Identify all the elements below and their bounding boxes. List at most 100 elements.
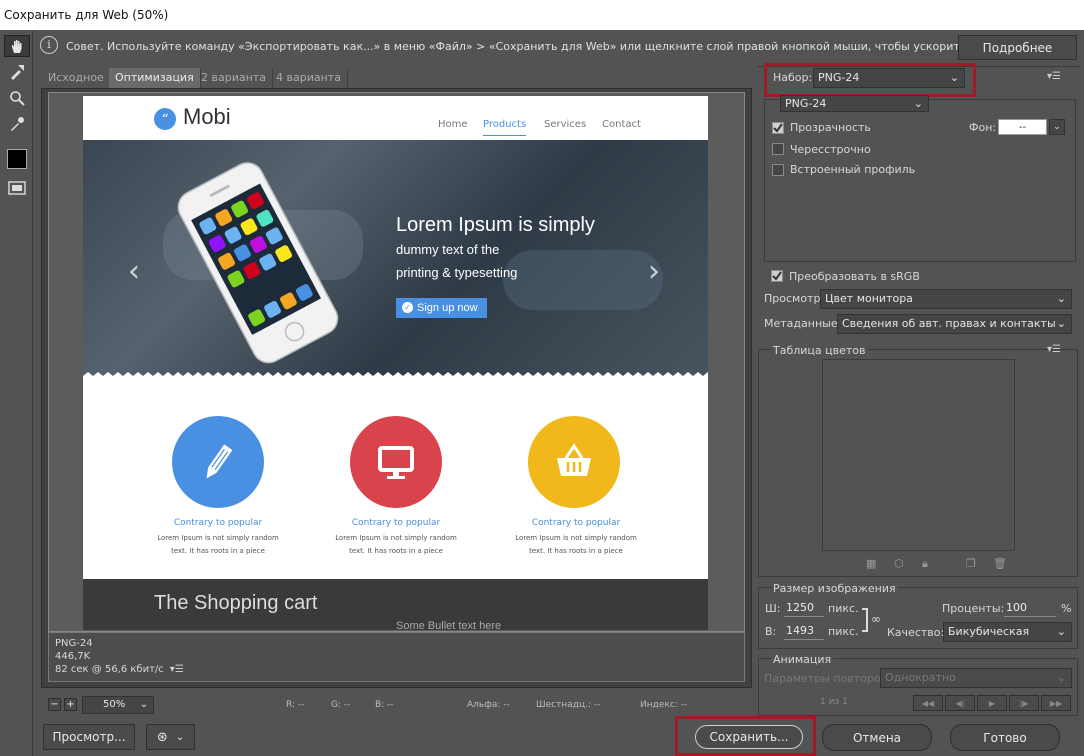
trash-icon[interactable]: 🗑︎ <box>993 557 1007 570</box>
monitor-icon <box>378 446 414 479</box>
status-red: R: -- <box>286 700 305 710</box>
status-green: G: -- <box>331 700 351 710</box>
done-button[interactable]: Готово <box>950 724 1060 751</box>
info-format: PNG-24 <box>55 638 93 649</box>
lock-color-icon[interactable]: 🔒︎ <box>922 557 928 571</box>
height-label: В: <box>765 625 777 638</box>
quality-select[interactable]: Бикубическая ⌄ <box>943 622 1072 642</box>
tab-2-up[interactable]: 2 варианта <box>195 68 273 88</box>
web-page-preview: “ Mobi Home Products Services Contact Lo… <box>83 96 708 630</box>
percent-label: Проценты: <box>942 602 1005 615</box>
zoom-in-button[interactable]: + <box>64 698 77 711</box>
panel-menu-icon[interactable]: ▾☰ <box>1047 71 1061 82</box>
chevron-down-icon: ⌄ <box>949 71 959 84</box>
basket-icon <box>557 443 591 476</box>
format-select[interactable]: PNG-24 ⌄ <box>780 95 929 112</box>
optimization-info: PNG-24 446,7K 82 сек @ 56,6 кбит/с ▾☰ <box>48 632 745 682</box>
status-blue: B: -- <box>375 700 394 710</box>
hero-zigzag-edge <box>83 372 708 382</box>
width-input[interactable]: 1250 <box>784 599 824 617</box>
tip-text: Совет. Используйте команду «Экспортирова… <box>66 40 1072 53</box>
transparency-checkbox[interactable] <box>772 122 784 134</box>
nav-home: Home <box>438 119 468 130</box>
interlaced-checkbox[interactable] <box>772 143 784 155</box>
color-table-label: Таблица цветов <box>771 344 868 357</box>
feature-2-caption: Contrary to popular <box>351 518 441 528</box>
eyedropper-color-swatch[interactable] <box>4 148 30 170</box>
save-button[interactable]: Сохранить... <box>695 725 803 749</box>
pencil-icon <box>206 444 233 479</box>
feature-pencil-circle <box>172 416 264 508</box>
loop-options-label: Параметры повторов: <box>764 672 891 685</box>
slider-prev-icon: ‹ <box>128 254 140 289</box>
tool-bar <box>0 31 33 756</box>
status-hex: Шестнадц.: -- <box>536 700 601 710</box>
feature-2-desc-2: text. It has roots in a piece <box>349 547 443 555</box>
interlaced-label: Чересстрочно <box>790 143 871 156</box>
feature-basket-circle <box>528 416 620 508</box>
feature-3-desc-1: Lorem Ipsum is not simply random <box>515 534 637 542</box>
convert-srgb-checkbox[interactable] <box>771 270 783 282</box>
mobi-logo-icon: “ <box>154 108 176 130</box>
percent-sign: % <box>1061 602 1072 615</box>
hero-line-1: dummy text of the <box>396 242 500 257</box>
tab-4-up[interactable]: 4 варианта <box>270 68 348 88</box>
width-label: Ш: <box>765 602 781 615</box>
previous-frame-button[interactable]: ◀| <box>945 695 975 711</box>
embed-profile-checkbox[interactable] <box>772 164 784 176</box>
preset-label: Набор: <box>773 71 813 84</box>
link-chain-icon[interactable]: ∞ <box>871 612 881 626</box>
play-button[interactable]: ▶ <box>977 695 1007 711</box>
browser-select-button[interactable]: ⊛ ⌄ <box>146 724 195 750</box>
toggle-slices-icon[interactable] <box>4 177 30 199</box>
cart-subtitle: Some Bullet text here <box>396 620 502 630</box>
hand-tool-icon[interactable] <box>4 35 30 57</box>
info-size: 446,7K <box>55 651 91 662</box>
chevron-down-icon: ⌄ <box>1056 625 1066 638</box>
metadata-select[interactable]: Сведения об авт. правах и контакты ⌄ <box>837 314 1072 334</box>
percent-input[interactable]: 100 <box>1004 599 1056 617</box>
embed-profile-label: Встроенный профиль <box>790 163 916 176</box>
color-table-menu-icon[interactable]: ▾☰ <box>1047 344 1061 355</box>
new-color-icon[interactable]: ❐ <box>966 557 976 570</box>
zoom-tool-icon[interactable] <box>4 87 30 109</box>
hero-line-2: printing & typesetting <box>396 265 518 280</box>
zoom-select[interactable]: 50% ⌄ <box>82 696 154 714</box>
nav-services: Services <box>544 119 587 130</box>
chevron-down-icon: ⌄ <box>913 97 923 110</box>
map-transparency-icon[interactable]: ▦ <box>866 557 876 570</box>
web-snap-cube-icon[interactable]: ⬡ <box>894 557 904 570</box>
height-input[interactable]: 1493 <box>784 622 824 640</box>
matte-color-swatch[interactable]: -- <box>998 119 1047 135</box>
more-info-button[interactable]: Подробнее <box>958 35 1077 60</box>
check-icon: ✓ <box>402 302 413 313</box>
download-speed-menu-icon[interactable]: ▾☰ <box>170 663 184 676</box>
slice-select-tool-icon[interactable] <box>4 61 30 83</box>
quality-value: Бикубическая <box>948 625 1030 638</box>
feature-1-desc-2: text. It has roots in a piece <box>171 547 265 555</box>
first-frame-button[interactable]: ◀◀ <box>913 695 943 711</box>
status-alpha: Альфа: -- <box>467 700 510 710</box>
preview-in-browser-button[interactable]: Просмотр... <box>43 724 135 750</box>
color-table-grid[interactable] <box>822 359 1015 551</box>
cancel-button[interactable]: Отмена <box>822 724 932 751</box>
feature-3-caption: Contrary to popular <box>531 518 621 528</box>
check-icon <box>772 271 782 281</box>
hero-signup-button: ✓ Sign up now <box>396 298 487 318</box>
next-frame-button[interactable]: |▶ <box>1009 695 1039 711</box>
tab-optimized[interactable]: Оптимизация <box>109 68 201 88</box>
matte-dropdown-chevron-icon[interactable]: ⌄ <box>1049 119 1065 135</box>
zoom-out-button[interactable]: − <box>48 698 61 711</box>
frame-counter: 1 из 1 <box>820 697 848 707</box>
last-frame-button[interactable]: ▶▶ <box>1041 695 1071 711</box>
preview-mode-select[interactable]: Цвет монитора ⌄ <box>820 289 1072 309</box>
chevron-down-icon: ⌄ <box>139 699 148 710</box>
status-index: Индекс: -- <box>640 700 688 710</box>
eyedropper-tool-icon[interactable] <box>4 113 30 135</box>
metadata-value: Сведения об авт. правах и контакты <box>842 317 1056 330</box>
loop-options-select[interactable]: Однократно ⌄ <box>880 668 1072 688</box>
tab-original[interactable]: Исходное <box>42 68 111 88</box>
preset-select[interactable]: PNG-24 ⌄ <box>813 68 965 88</box>
constrain-bracket <box>862 608 868 632</box>
preview-label: Просмотр: <box>764 292 825 305</box>
